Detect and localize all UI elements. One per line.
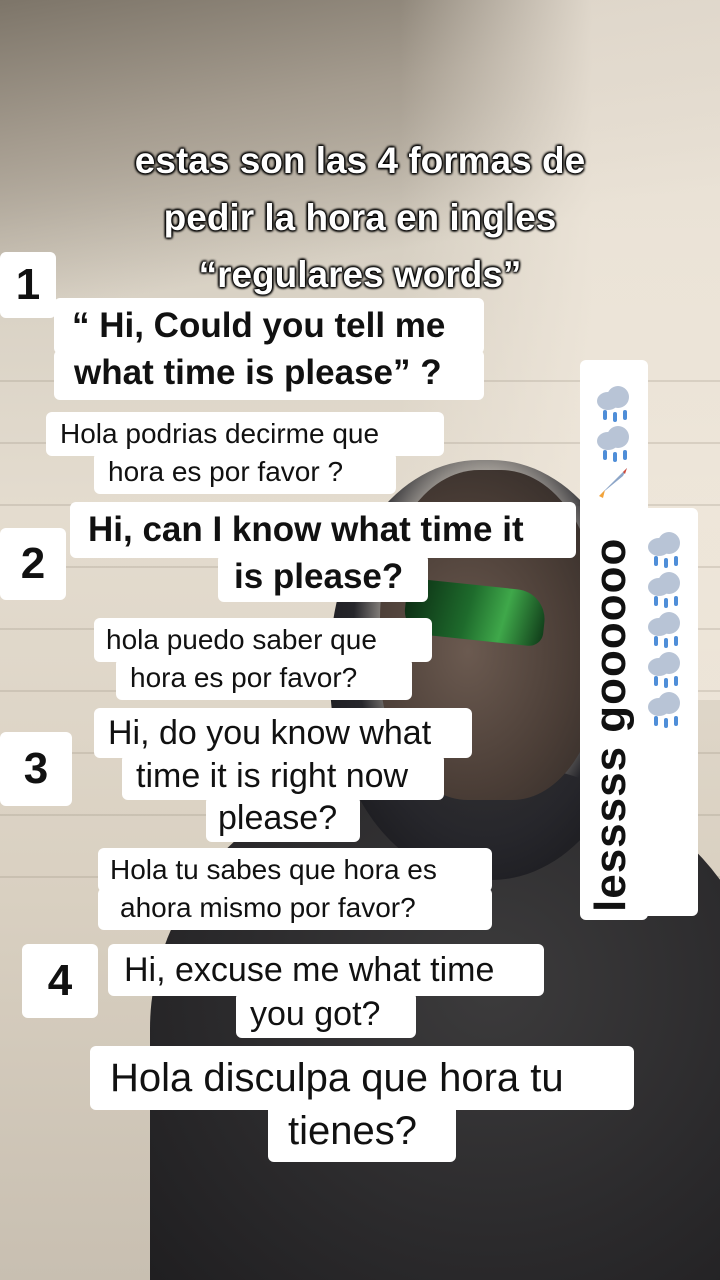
item-3-english-line-2: time it is right now bbox=[122, 754, 444, 800]
item-4-spanish-line-1: Hola disculpa que hora tu bbox=[90, 1046, 634, 1110]
item-1-english-line-1: “ Hi, Could you tell me bbox=[54, 298, 484, 354]
item-1-spanish-line-2: hora es por favor ? bbox=[94, 452, 396, 494]
item-3-spanish-line-2: ahora mismo por favor? bbox=[98, 888, 492, 930]
item-1-english-line-2: what time is please” ? bbox=[54, 350, 484, 400]
item-4-english-line-1: Hi, excuse me what time bbox=[108, 944, 544, 996]
item-3-english-line-1: Hi, do you know what bbox=[94, 708, 472, 758]
item-3-english-line-3: please? bbox=[206, 796, 360, 842]
item-3-spanish-line-1: Hola tu sabes que hora es bbox=[98, 848, 492, 892]
item-4-english-line-2: you got? bbox=[236, 992, 416, 1038]
cloud-with-rain-icon bbox=[644, 568, 684, 608]
item-2-spanish-line-2: hora es por favor? bbox=[116, 658, 412, 700]
video-caption-title: estas son las 4 formas de pedir la hora … bbox=[134, 140, 586, 295]
cloud-with-rain-icon bbox=[593, 422, 633, 462]
item-number-3: 3 bbox=[0, 732, 72, 806]
cloud-with-rain-icon bbox=[593, 382, 633, 422]
side-sticker: lesssss goooooo bbox=[578, 360, 698, 920]
cloud-with-rain-icon bbox=[644, 528, 684, 568]
item-2-english-line-1: Hi, can I know what time it bbox=[70, 502, 576, 558]
item-number-1: 1 bbox=[0, 252, 56, 318]
side-sticker-top-icons bbox=[593, 382, 633, 502]
item-number-2: 2 bbox=[0, 528, 66, 600]
item-2-spanish-line-1: hola puedo saber que bbox=[94, 618, 432, 662]
cloud-with-rain-icon bbox=[644, 688, 684, 728]
item-4-spanish-line-2: tienes? bbox=[268, 1104, 456, 1162]
side-sticker-bottom-icons bbox=[644, 528, 684, 728]
rocket-icon bbox=[593, 462, 633, 502]
item-1-spanish-line-1: Hola podrias decirme que bbox=[46, 412, 444, 456]
item-2-english-line-2: is please? bbox=[218, 554, 428, 602]
item-number-4: 4 bbox=[22, 944, 98, 1018]
cloud-with-rain-icon bbox=[644, 608, 684, 648]
cloud-with-rain-icon bbox=[644, 648, 684, 688]
side-sticker-text: lesssss goooooo bbox=[586, 537, 635, 912]
